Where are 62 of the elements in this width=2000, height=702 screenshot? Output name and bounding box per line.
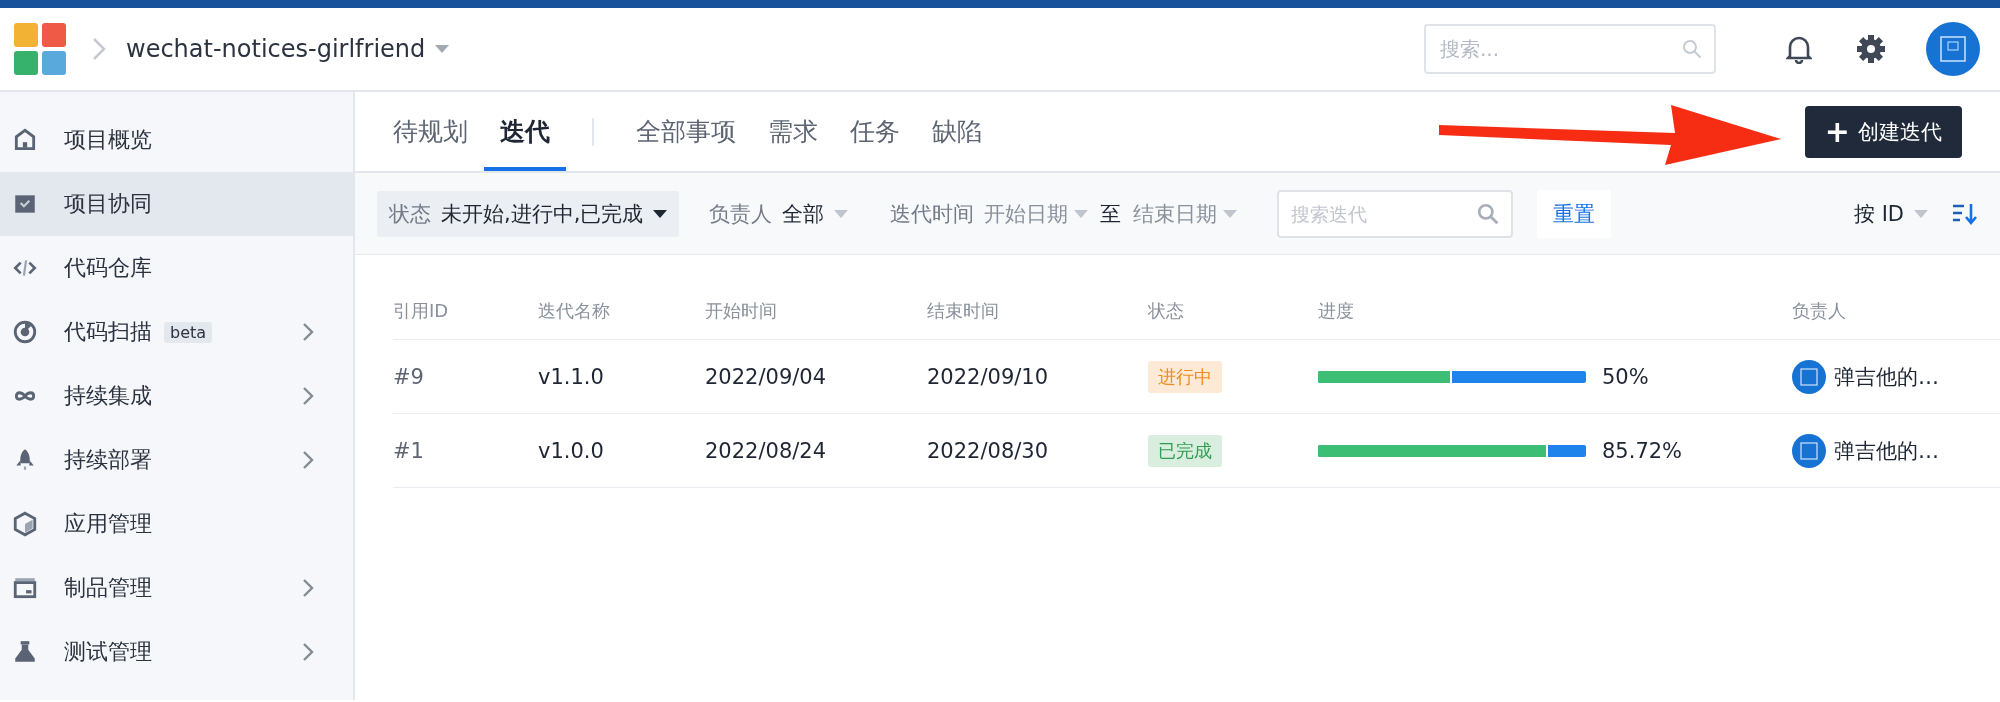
table-cell[interactable]: v1.1.0 (538, 364, 705, 389)
sidebar-item[interactable]: 测试管理 (0, 620, 353, 684)
sidebar-item[interactable]: 代码仓库 (0, 236, 353, 300)
search-field[interactable]: 搜索迭代 (1277, 189, 1514, 238)
home-icon (12, 127, 38, 153)
sidebar-item[interactable]: 持续部署 (0, 428, 353, 492)
flask-icon (12, 639, 38, 665)
date-range-filter[interactable]: 迭代时间 开始日期 至 结束日期 (878, 190, 1250, 237)
column-header: 引用ID (393, 299, 450, 323)
progress-reading: 85.72% (1602, 438, 1683, 463)
status-tag: 已完成 (1148, 434, 1222, 467)
search-icon (1477, 202, 1500, 225)
sort-descending-icon[interactable] (1952, 201, 1978, 226)
create-iteration-button[interactable]: + 创建迭代 (1804, 105, 1962, 158)
scan-gauge-icon (12, 319, 38, 345)
column-header: 迭代名称 (538, 299, 611, 323)
user-avatar[interactable] (1926, 22, 1980, 76)
progress-reading: 50% (1602, 364, 1649, 389)
sort-dropdown[interactable]: 按 ID (1853, 199, 1904, 228)
table-cell-text: 2022/08/24 (705, 438, 828, 463)
owner-name: 弹吉他的… (1834, 363, 1939, 391)
tab[interactable]: 全部事项 (620, 96, 752, 171)
table-cell-text: 2022/08/30 (927, 438, 1050, 463)
caret-down-icon (1074, 208, 1089, 219)
table-cell[interactable]: v1.0.0 (538, 438, 705, 463)
caret-down-icon (653, 208, 668, 219)
filter-dropdown[interactable]: 负责人 全部 (697, 190, 861, 237)
column-header: 负责人 (1792, 299, 1847, 323)
search-field[interactable]: 搜索... (1424, 24, 1716, 74)
user-avatar (1792, 359, 1826, 394)
sidebar-item[interactable]: 持续集成 (0, 364, 353, 428)
table-cell-text: #9 (393, 364, 425, 389)
sidebar-item[interactable]: 项目概览 (0, 108, 353, 172)
owner-name: 弹吉他的… (1834, 437, 1939, 465)
caret-down-icon (1223, 208, 1238, 219)
table-cell-text: 2022/09/10 (927, 364, 1050, 389)
tab[interactable]: 任务 (834, 96, 916, 171)
filter-dropdown[interactable]: 状态 未开始,进行中,已完成 (377, 190, 680, 237)
column-header: 状态 (1148, 299, 1185, 323)
cube-icon (12, 511, 38, 537)
tab[interactable]: 需求 (752, 96, 834, 171)
search-icon (1682, 39, 1702, 59)
sidebar-item[interactable]: 项目协同 (0, 172, 353, 236)
sidebar-item[interactable]: 制品管理 (0, 556, 353, 620)
column-header: 开始时间 (705, 299, 778, 323)
column-header: 结束时间 (927, 299, 1000, 323)
reset-button[interactable]: 重置 (1537, 189, 1612, 238)
table-cell-text: 2022/09/04 (705, 364, 828, 389)
bell-icon[interactable] (1786, 34, 1812, 64)
status-tag: 进行中 (1148, 360, 1222, 393)
settings-icon[interactable] (1856, 34, 1886, 64)
column-header: 进度 (1318, 299, 1355, 323)
caret-down-icon (834, 208, 849, 219)
tab[interactable]: 缺陷 (916, 96, 998, 171)
sidebar-item[interactable]: 代码扫描 beta (0, 300, 353, 364)
package-box-icon (12, 575, 38, 601)
beta-badge: beta (164, 321, 213, 343)
tab[interactable]: 待规划 (377, 96, 484, 171)
sidebar-item[interactable]: 应用管理 (0, 492, 353, 556)
table-cell-text: #1 (393, 438, 425, 463)
user-avatar (1792, 433, 1826, 468)
project-name[interactable]: wechat-notices-girlfriend (126, 35, 426, 63)
